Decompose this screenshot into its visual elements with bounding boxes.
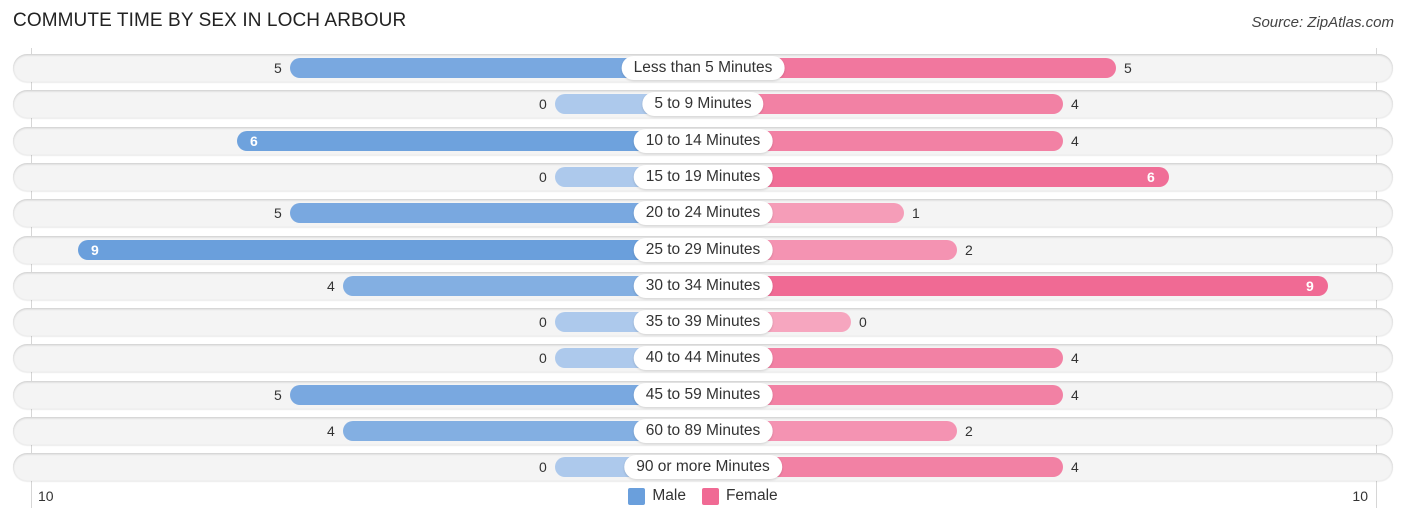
category-label: Less than 5 Minutes bbox=[621, 56, 785, 80]
category-label: 35 to 39 Minutes bbox=[633, 310, 773, 335]
bar-female[interactable] bbox=[703, 166, 1169, 187]
value-label-female: 5 bbox=[1124, 60, 1132, 76]
value-label-female: 9 bbox=[1306, 277, 1314, 294]
value-label-male: 5 bbox=[274, 386, 282, 403]
category-label: 20 to 24 Minutes bbox=[633, 201, 773, 226]
legend-item-female[interactable]: Female bbox=[701, 487, 778, 505]
value-label-male: 9 bbox=[91, 241, 99, 258]
source-label: Source: ZipAtlas.com bbox=[1251, 14, 1394, 31]
category-label: 15 to 19 Minutes bbox=[633, 164, 773, 189]
legend-item-male[interactable]: Male bbox=[628, 487, 686, 505]
value-label-female: 4 bbox=[1071, 350, 1079, 367]
value-label-male: 0 bbox=[539, 314, 547, 331]
value-label-male: 5 bbox=[274, 60, 282, 76]
value-label-male: 0 bbox=[539, 168, 547, 185]
category-label: 60 to 89 Minutes bbox=[633, 419, 773, 443]
value-label-male: 4 bbox=[327, 277, 335, 294]
category-label: 30 to 34 Minutes bbox=[633, 273, 773, 298]
value-label-female: 4 bbox=[1071, 96, 1079, 113]
value-label-male: 4 bbox=[327, 423, 335, 439]
value-label-male: 5 bbox=[274, 205, 282, 222]
chart-title: COMMUTE TIME BY SEX IN LOCH ARBOUR bbox=[13, 10, 407, 31]
value-label-female: 6 bbox=[1147, 168, 1155, 185]
value-label-female: 4 bbox=[1071, 386, 1079, 403]
value-label-male: 0 bbox=[539, 350, 547, 367]
category-label: 25 to 29 Minutes bbox=[633, 237, 773, 262]
category-label: 5 to 9 Minutes bbox=[642, 92, 764, 117]
value-label-male: 0 bbox=[539, 96, 547, 113]
category-label: 90 or more Minutes bbox=[624, 455, 782, 480]
value-label-male: 0 bbox=[539, 459, 547, 476]
value-label-female: 2 bbox=[965, 241, 973, 258]
category-label: 45 to 59 Minutes bbox=[633, 382, 773, 407]
bar-male[interactable] bbox=[78, 239, 703, 260]
category-label: 40 to 44 Minutes bbox=[633, 346, 773, 371]
legend-swatch-male bbox=[628, 487, 646, 505]
value-label-female: 2 bbox=[965, 423, 973, 439]
legend-label-female: Female bbox=[725, 487, 778, 504]
value-label-male: 6 bbox=[250, 132, 258, 149]
legend: Male Female bbox=[0, 487, 1406, 505]
value-label-female: 0 bbox=[859, 314, 867, 331]
bar-female[interactable] bbox=[703, 275, 1328, 296]
legend-swatch-female bbox=[701, 487, 719, 505]
value-label-female: 4 bbox=[1071, 132, 1079, 149]
category-label: 10 to 14 Minutes bbox=[633, 128, 773, 153]
legend-label-male: Male bbox=[652, 487, 686, 504]
value-label-female: 1 bbox=[912, 205, 920, 222]
value-label-female: 4 bbox=[1071, 459, 1079, 476]
